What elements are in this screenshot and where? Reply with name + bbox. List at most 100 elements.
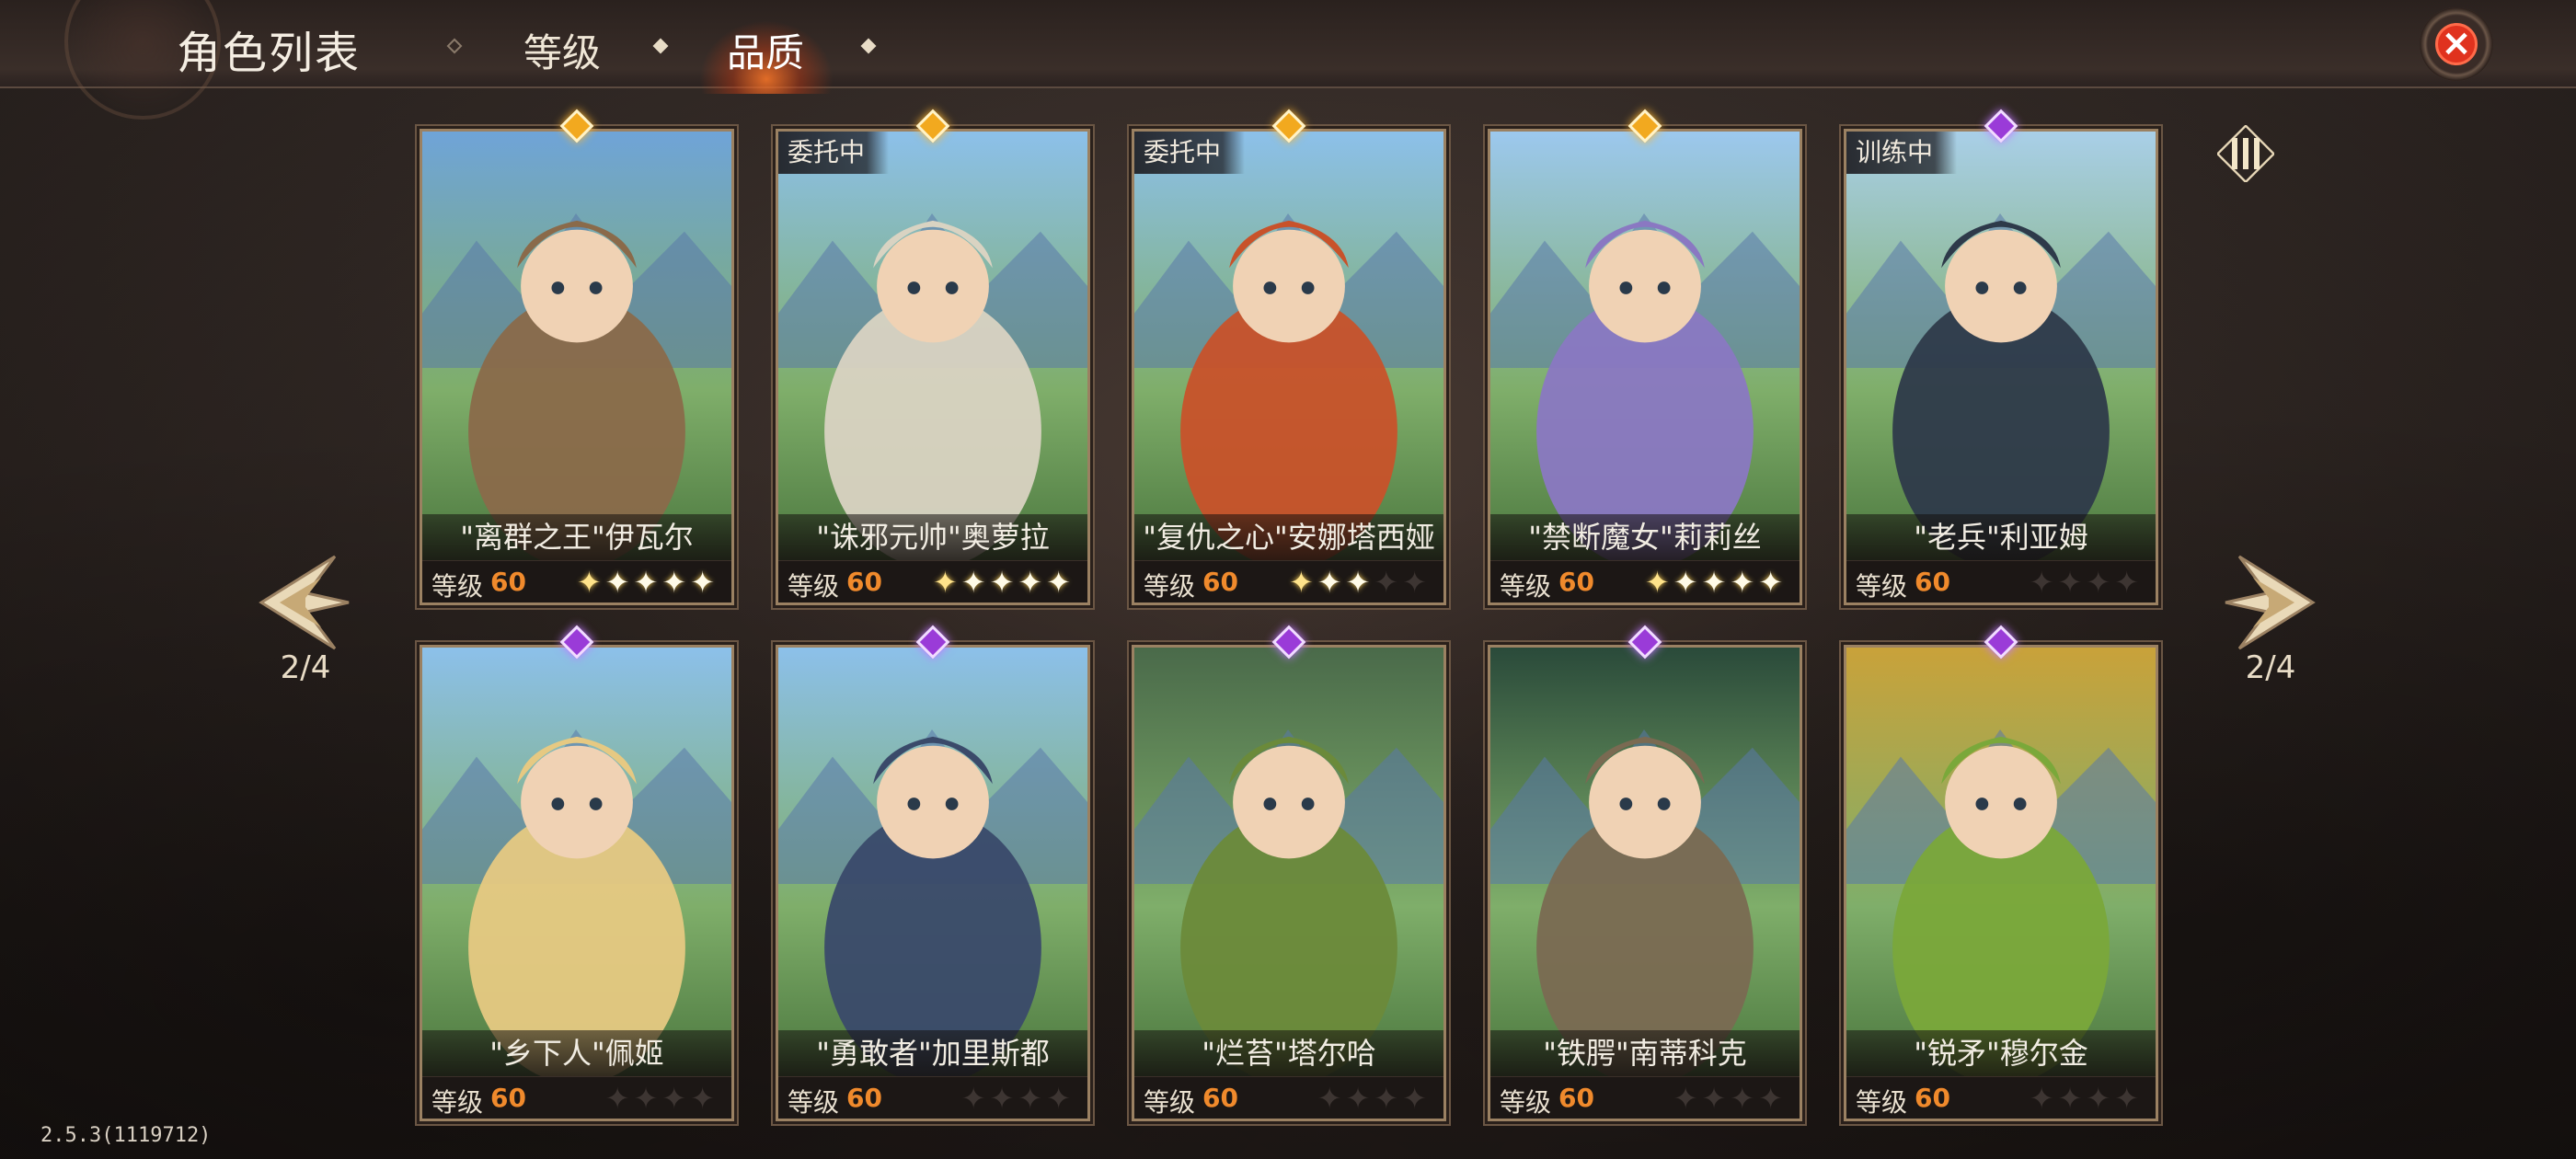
character-card[interactable]: "乡下人"佩姬 等级 60 ✦✦✦✦	[420, 645, 734, 1121]
star-empty-icon: ✦	[1046, 1081, 1075, 1116]
tab-separator-icon	[652, 38, 669, 54]
close-button[interactable]: ×	[2420, 7, 2493, 81]
level-label: 等级	[431, 571, 484, 602]
level-bar: 等级 60 ✦✦✦✦	[1846, 1076, 2156, 1119]
version-label: 2.5.3(1119712)	[40, 1124, 212, 1147]
next-page-button[interactable]	[2221, 552, 2322, 653]
prev-page-button[interactable]	[252, 552, 353, 653]
star-filled-icon: ✦	[1317, 565, 1346, 600]
level-value: 60	[1558, 567, 1594, 597]
level-bar: 等级 60 ✦✦✦✦	[1846, 560, 2156, 602]
star-filled-icon: ✦	[1644, 565, 1673, 600]
star-filled-icon: ✦	[960, 565, 990, 600]
star-empty-icon: ✦	[2029, 1081, 2058, 1116]
status-tag: 委托中	[1134, 132, 1246, 174]
level-label: 等级	[431, 1087, 484, 1118]
level-label: 等级	[1856, 571, 1908, 602]
character-card[interactable]: 委托中 "诛邪元帅"奥萝拉 等级 60 ✦✦✦✦✦	[776, 129, 1090, 605]
star-empty-icon: ✦	[1018, 1081, 1047, 1116]
character-name: "复仇之心"安娜塔西娅	[1134, 514, 1443, 560]
star-empty-icon: ✦	[2057, 565, 2087, 600]
star-empty-icon: ✦	[690, 1081, 719, 1116]
star-filled-icon: ✦	[932, 565, 961, 600]
character-card[interactable]: "锐矛"穆尔金 等级 60 ✦✦✦✦	[1844, 645, 2158, 1121]
status-tag: 训练中	[1846, 132, 1958, 174]
tab-separator-icon	[860, 38, 877, 54]
character-name: "禁断魔女"莉莉丝	[1490, 514, 1800, 560]
star-empty-icon: ✦	[661, 1081, 691, 1116]
star-filled-icon: ✦	[633, 565, 662, 600]
star-filled-icon: ✦	[576, 565, 605, 600]
star-empty-icon: ✦	[2057, 1081, 2087, 1116]
star-filled-icon: ✦	[690, 565, 719, 600]
star-empty-icon: ✦	[604, 1081, 634, 1116]
tab-quality[interactable]: 品质	[710, 22, 821, 78]
character-name: "老兵"利亚姆	[1846, 514, 2156, 560]
star-empty-icon: ✦	[2114, 1081, 2143, 1116]
star-filled-icon: ✦	[989, 565, 1018, 600]
star-filled-icon: ✦	[661, 565, 691, 600]
character-card[interactable]: 委托中 "复仇之心"安娜塔西娅 等级 60 ✦✦✦✦✦	[1132, 129, 1446, 605]
star-rating: ✦✦✦✦	[605, 1081, 719, 1116]
character-name: "锐矛"穆尔金	[1846, 1030, 2156, 1076]
character-card[interactable]: "禁断魔女"莉莉丝 等级 60 ✦✦✦✦✦	[1488, 129, 1802, 605]
star-filled-icon: ✦	[1345, 565, 1374, 600]
grid-view-icon	[2215, 124, 2276, 184]
tab-separator-icon	[446, 38, 463, 54]
level-value: 60	[846, 567, 882, 597]
level-bar: 等级 60 ✦✦✦✦✦	[778, 560, 1087, 602]
level-value: 60	[846, 1083, 882, 1113]
character-name: "乡下人"佩姬	[422, 1030, 731, 1076]
character-card[interactable]: 训练中 "老兵"利亚姆 等级 60 ✦✦✦✦	[1844, 129, 2158, 605]
level-label: 等级	[788, 571, 840, 602]
level-value: 60	[1202, 1083, 1238, 1113]
character-card[interactable]: "铁腭"南蒂科克 等级 60 ✦✦✦✦	[1488, 645, 1802, 1121]
star-empty-icon: ✦	[960, 1081, 990, 1116]
arrow-left-icon	[259, 555, 350, 650]
character-name: "烂苔"塔尔哈	[1134, 1030, 1443, 1076]
level-label: 等级	[1500, 1087, 1552, 1118]
status-tag: 委托中	[778, 132, 890, 174]
level-label: 等级	[1144, 1087, 1196, 1118]
level-bar: 等级 60 ✦✦✦✦	[1490, 1076, 1800, 1119]
level-bar: 等级 60 ✦✦✦✦	[1134, 1076, 1443, 1119]
level-bar: 等级 60 ✦✦✦✦✦	[1134, 560, 1443, 602]
star-filled-icon: ✦	[1046, 565, 1075, 600]
star-filled-icon: ✦	[1673, 565, 1702, 600]
star-empty-icon: ✦	[1402, 565, 1431, 600]
star-empty-icon: ✦	[1345, 1081, 1374, 1116]
level-bar: 等级 60 ✦✦✦✦	[778, 1076, 1087, 1119]
star-empty-icon: ✦	[2029, 565, 2058, 600]
star-empty-icon: ✦	[989, 1081, 1018, 1116]
grid-view-button[interactable]	[2215, 124, 2276, 184]
level-label: 等级	[1500, 571, 1552, 602]
star-filled-icon: ✦	[604, 565, 634, 600]
level-label: 等级	[1856, 1087, 1908, 1118]
character-card[interactable]: "离群之王"伊瓦尔 等级 60 ✦✦✦✦✦	[420, 129, 734, 605]
level-value: 60	[1915, 1083, 1950, 1113]
level-value: 60	[490, 1083, 526, 1113]
level-label: 等级	[1144, 571, 1196, 602]
page-indicator-left: 2/4	[280, 649, 331, 686]
top-bar: 角色列表 等级 品质 ×	[0, 0, 2576, 120]
character-card[interactable]: "烂苔"塔尔哈 等级 60 ✦✦✦✦	[1132, 645, 1446, 1121]
character-name: "离群之王"伊瓦尔	[422, 514, 731, 560]
star-rating: ✦✦✦✦	[1673, 1081, 1787, 1116]
star-empty-icon: ✦	[2114, 565, 2143, 600]
star-empty-icon: ✦	[1402, 1081, 1431, 1116]
star-filled-icon: ✦	[1288, 565, 1317, 600]
level-value: 60	[1915, 567, 1950, 597]
star-empty-icon: ✦	[633, 1081, 662, 1116]
arrow-right-icon	[2225, 555, 2316, 650]
star-empty-icon: ✦	[1701, 1081, 1731, 1116]
character-name: "勇敢者"加里斯都	[778, 1030, 1087, 1076]
star-empty-icon: ✦	[1374, 565, 1403, 600]
star-empty-icon: ✦	[1730, 1081, 1759, 1116]
tab-level[interactable]: 等级	[521, 22, 604, 78]
level-bar: 等级 60 ✦✦✦✦	[422, 1076, 731, 1119]
character-card[interactable]: "勇敢者"加里斯都 等级 60 ✦✦✦✦	[776, 645, 1090, 1121]
star-empty-icon: ✦	[1673, 1081, 1702, 1116]
star-rating: ✦✦✦✦✦	[1289, 565, 1431, 600]
star-filled-icon: ✦	[1701, 565, 1731, 600]
character-name: "铁腭"南蒂科克	[1490, 1030, 1800, 1076]
